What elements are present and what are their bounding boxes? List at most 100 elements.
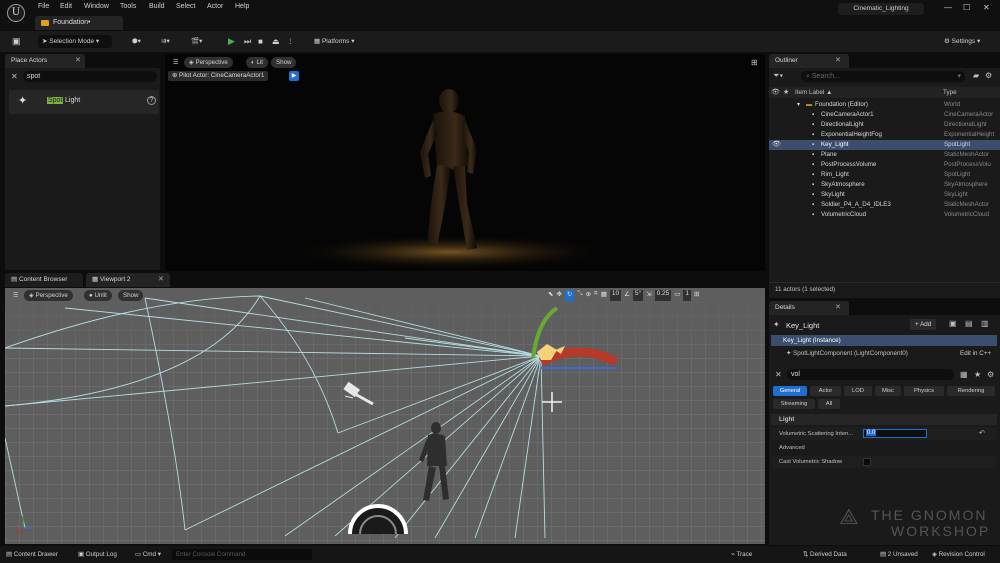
grid-view-icon[interactable]: ▦	[960, 370, 968, 379]
blueprint-icon[interactable]: ⇉▾	[157, 35, 174, 48]
outliner-row[interactable]: ▪ Soldier_P4_A_D4_IDLE3 StaticMeshActor	[769, 200, 1000, 210]
filter-tab-actor[interactable]: Actor	[810, 386, 841, 396]
surface-snap-icon[interactable]: ⌗	[594, 290, 598, 301]
tab-details[interactable]: Details ✕	[769, 301, 849, 315]
eye-icon[interactable]: 👁	[772, 140, 781, 150]
layout-icon[interactable]: ▤	[965, 319, 973, 328]
unsaved-button[interactable]: ▤ 2 Unsaved	[880, 551, 918, 558]
item-label-column[interactable]: Item Label ▲	[795, 89, 832, 96]
content-drawer-button[interactable]: ▤ Content Drawer	[6, 551, 58, 558]
add-component-button[interactable]: + Add	[910, 319, 937, 330]
save-icon[interactable]: ▣	[8, 35, 25, 48]
outliner-row[interactable]: ▪ Rim_Light SpotLight	[769, 170, 1000, 180]
scale-snap-value[interactable]: 0.25	[654, 290, 672, 301]
camera-speed-value[interactable]: 1	[683, 290, 692, 301]
revision-control-button[interactable]: ◈ Revision Control	[932, 551, 985, 558]
camera-speed-icon[interactable]: ▭	[674, 290, 680, 301]
filter-tab-lod[interactable]: LOD	[844, 386, 872, 396]
maximize-viewport-icon[interactable]: ⊞	[694, 290, 699, 301]
instance-row[interactable]: Key_Light (Instance)	[771, 335, 997, 346]
place-actors-search-input[interactable]: spot	[23, 71, 157, 82]
gear-icon[interactable]: ⚙	[987, 370, 994, 379]
actor-name-field[interactable]: Key_Light	[786, 321, 819, 330]
unlit-button[interactable]: ● Unlit	[84, 290, 112, 301]
outliner-row-foundation[interactable]: ▾ ▬ Foundation (Editor) World	[769, 100, 1000, 110]
menu-tools[interactable]: Tools	[120, 3, 136, 10]
console-input[interactable]: Enter Console Command	[172, 549, 312, 560]
component-row[interactable]: ✦ SpotLightComponent (LightComponent0) E…	[771, 348, 997, 359]
lit-button[interactable]: ◐ Lit	[246, 57, 269, 68]
camera-icon[interactable]: ▶	[289, 71, 299, 81]
translate-icon[interactable]: ✥	[556, 290, 561, 301]
outliner-row[interactable]: ▪ SkyLight SkyLight	[769, 190, 1000, 200]
viewport-2[interactable]: ☰ ◈ Perspective ● Unlit Show ⬉ ✥ ↻ ⤡ ⊕ ⌗…	[5, 288, 765, 544]
clear-search-icon[interactable]: ✕	[775, 370, 782, 379]
derived-data-button[interactable]: ⇅ Derived Data	[803, 551, 847, 558]
outliner-row[interactable]: ▪ ExponentialHeightFog ExponentialHeight	[769, 130, 1000, 140]
filter-tab-misc[interactable]: Misc	[875, 386, 901, 396]
select-icon[interactable]: ⬉	[548, 290, 553, 301]
filter-icon[interactable]: ⏷▾	[773, 71, 783, 81]
filter-tab-general[interactable]: General	[773, 386, 807, 396]
gear-icon[interactable]: ⚙	[985, 71, 992, 80]
outliner-row[interactable]: ▪ SkyAtmosphere SkyAtmosphere	[769, 180, 1000, 190]
play-options-icon[interactable]: ⋮	[283, 35, 298, 48]
maximize-viewport-icon[interactable]: ⊞	[751, 58, 758, 67]
rotation-snap-icon[interactable]: ∠	[624, 290, 630, 301]
folder-icon[interactable]: ▰	[973, 71, 979, 80]
reset-icon[interactable]: ↶	[979, 427, 985, 440]
menu-build[interactable]: Build	[149, 3, 165, 10]
platforms-dropdown[interactable]: ▦ Platforms ▾	[310, 35, 358, 48]
close-icon[interactable]: ✕	[158, 273, 164, 287]
show-button[interactable]: Show	[271, 57, 297, 68]
outliner-row[interactable]: ▪ VolumetricCloud VolumetricCloud	[769, 210, 1000, 220]
favorite-star-icon[interactable]: ★	[974, 370, 981, 379]
tab-content-browser[interactable]: ▤ Content Browser	[5, 273, 83, 287]
filter-tab-rendering[interactable]: Rendering	[947, 386, 995, 396]
show-button[interactable]: Show	[118, 290, 144, 301]
cmd-dropdown[interactable]: ▭ Cmd ▾	[135, 551, 161, 558]
perspective-button[interactable]: ◈ Perspective	[24, 290, 73, 301]
cinematics-icon[interactable]: 🎬▾	[187, 35, 206, 48]
lock-icon[interactable]: ▥	[981, 319, 989, 328]
filter-tab-all[interactable]: All	[818, 399, 840, 409]
menu-window[interactable]: Window	[84, 3, 109, 10]
close-icon[interactable]: ✕	[75, 54, 81, 68]
section-light[interactable]: Light	[771, 414, 997, 425]
filter-tab-streaming[interactable]: Streaming	[773, 399, 815, 409]
close-icon[interactable]: ✕	[835, 301, 841, 315]
clear-search-icon[interactable]: ✕	[11, 72, 18, 81]
world-local-icon[interactable]: ⊕	[586, 290, 591, 301]
stop-icon[interactable]: ■	[254, 35, 267, 48]
maximize-icon[interactable]: ☐	[963, 3, 970, 12]
unreal-logo-icon[interactable]: U	[7, 4, 25, 22]
tab-outliner[interactable]: Outliner ✕	[769, 54, 849, 68]
add-actor-icon[interactable]: ⬢▾	[128, 35, 145, 48]
minimize-icon[interactable]: —	[944, 3, 952, 12]
tab-place-actors[interactable]: Place Actors ✕	[5, 54, 85, 68]
settings-dropdown[interactable]: ⚙ Settings ▾	[940, 35, 984, 48]
play-icon[interactable]: ▶	[224, 35, 239, 48]
outliner-row[interactable]: ▪ DirectionalLight DirectionalLight	[769, 120, 1000, 130]
menu-file[interactable]: File	[38, 3, 49, 10]
menu-edit[interactable]: Edit	[60, 3, 72, 10]
filter-tab-physics[interactable]: Physics	[904, 386, 944, 396]
rotate-icon[interactable]: ↻	[564, 290, 575, 301]
edit-in-cpp-link[interactable]: Edit in C++	[960, 348, 991, 359]
viewport-1[interactable]: ☰ ◈ Perspective ◐ Lit Show ⊕ Pilot Actor…	[165, 54, 765, 271]
outliner-search-input[interactable]: ⌕ Search... ▾	[801, 71, 965, 82]
viewport-menu-icon[interactable]: ☰	[168, 57, 184, 68]
scale-snap-icon[interactable]: ⇲	[646, 290, 651, 301]
outliner-row[interactable]: ▪ PostProcessVolume PostProcessVolu	[769, 160, 1000, 170]
tab-viewport-2[interactable]: ▦ Viewport 2 ✕	[86, 273, 170, 287]
section-advanced[interactable]: Advanced	[771, 442, 997, 453]
step-icon[interactable]: ⏭	[240, 35, 255, 48]
close-icon[interactable]: ✕	[835, 54, 841, 68]
viewport-menu-icon[interactable]: ☰	[8, 290, 24, 301]
trace-button[interactable]: ⌁ Trace	[731, 551, 752, 558]
cast-volumetric-shadow-checkbox[interactable]	[863, 458, 871, 466]
perspective-button[interactable]: ◈ Perspective	[184, 57, 233, 68]
scale-icon[interactable]: ⤡	[577, 290, 582, 301]
grid-snap-icon[interactable]: ▦	[601, 290, 607, 301]
rotation-snap-value[interactable]: 5°	[632, 290, 644, 301]
